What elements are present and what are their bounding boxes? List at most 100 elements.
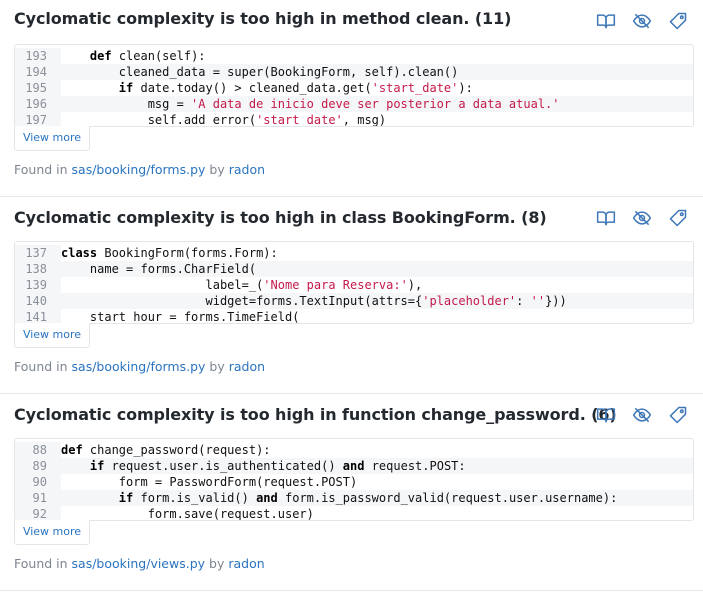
code-line: 89 if request.user.is_authenticated() an… (15, 458, 693, 474)
view-more-button[interactable]: View more (14, 126, 90, 151)
engine-link[interactable]: radon (229, 162, 265, 177)
issue-actions (595, 207, 689, 229)
code-lines: 193 def clean(self): 194 cleaned_data = … (15, 48, 693, 126)
code-text: name = forms.CharField( (61, 261, 693, 277)
line-number: 195 (15, 80, 47, 96)
issue-title[interactable]: Cyclomatic complexity is too high in cla… (14, 208, 547, 227)
found-in-line: Found in sas/booking/forms.py by radon (14, 162, 265, 177)
code-text: def change_password(request): (61, 442, 693, 458)
read-up-button[interactable] (595, 404, 617, 426)
code-text: form = PasswordForm(request.POST) (61, 474, 693, 490)
line-number: 137 (15, 245, 47, 261)
code-text: widget=forms.TextInput(attrs={'placehold… (61, 293, 693, 309)
line-number: 92 (15, 506, 47, 520)
code-text: msg = 'A data de inicio deve ser posteri… (61, 96, 693, 112)
code-line: 197 self.add_error('start_date', msg) (15, 112, 693, 126)
gutter-gap (47, 245, 61, 261)
file-link[interactable]: sas/booking/forms.py (72, 359, 206, 374)
found-in-label: Found in (14, 162, 68, 177)
book-open-icon (596, 14, 616, 29)
found-in-line: Found in sas/booking/views.py by radon (14, 556, 265, 571)
code-line: 92 form.save(request.user) (15, 506, 693, 520)
tag-icon (669, 209, 687, 227)
line-number: 139 (15, 277, 47, 293)
engine-link[interactable]: radon (228, 556, 264, 571)
code-text: class BookingForm(forms.Form): (61, 245, 693, 261)
issue-title[interactable]: Cyclomatic complexity is too high in fun… (14, 405, 617, 424)
code-snippet: 88 def change_password(request): 89 if re… (14, 438, 694, 521)
gutter-gap (47, 96, 61, 112)
code-text: def clean(self): (61, 48, 693, 64)
code-lines: 137 class BookingForm(forms.Form): 138 na… (15, 245, 693, 323)
line-number: 140 (15, 293, 47, 309)
tag-button[interactable] (667, 10, 689, 32)
gutter-gap (47, 506, 61, 520)
line-number: 141 (15, 309, 47, 323)
issue-card: Cyclomatic complexity is too high in met… (0, 0, 703, 197)
tag-icon (669, 12, 687, 30)
gutter-gap (47, 261, 61, 277)
book-open-icon (596, 408, 616, 423)
eye-slash-icon (632, 407, 652, 423)
tag-icon (669, 406, 687, 424)
gutter-gap (47, 293, 61, 309)
code-line: 193 def clean(self): (15, 48, 693, 64)
issue-actions (595, 10, 689, 32)
file-link[interactable]: sas/booking/views.py (72, 556, 206, 571)
code-line: 140 widget=forms.TextInput(attrs={'place… (15, 293, 693, 309)
found-in-line: Found in sas/booking/forms.py by radon (14, 359, 265, 374)
tag-button[interactable] (667, 207, 689, 229)
code-text: form.save(request.user) (61, 506, 693, 520)
read-up-button[interactable] (595, 207, 617, 229)
line-number: 138 (15, 261, 47, 277)
issue-card: Cyclomatic complexity is too high in cla… (0, 197, 703, 394)
by-label: by (209, 359, 225, 374)
line-number: 197 (15, 112, 47, 126)
code-line: 90 form = PasswordForm(request.POST) (15, 474, 693, 490)
issue-title[interactable]: Cyclomatic complexity is too high in met… (14, 9, 511, 28)
code-line: 194 cleaned_data = super(BookingForm, se… (15, 64, 693, 80)
book-open-icon (596, 211, 616, 226)
by-label: by (209, 556, 225, 571)
gutter-gap (47, 490, 61, 506)
ignore-button[interactable] (631, 10, 653, 32)
issue-actions (595, 404, 689, 426)
by-label: by (209, 162, 225, 177)
file-link[interactable]: sas/booking/forms.py (72, 162, 206, 177)
code-text: if request.user.is_authenticated() and r… (61, 458, 693, 474)
code-line: 88 def change_password(request): (15, 442, 693, 458)
code-text: cleaned_data = super(BookingForm, self).… (61, 64, 693, 80)
code-lines: 88 def change_password(request): 89 if re… (15, 442, 693, 520)
line-number: 88 (15, 442, 47, 458)
found-in-label: Found in (14, 556, 68, 571)
code-line: 91 if form.is_valid() and form.is_passwo… (15, 490, 693, 506)
code-snippet: 137 class BookingForm(forms.Form): 138 na… (14, 241, 694, 324)
line-number: 196 (15, 96, 47, 112)
code-snippet: 193 def clean(self): 194 cleaned_data = … (14, 44, 694, 127)
code-line: 141 start_hour = forms.TimeField( (15, 309, 693, 323)
gutter-gap (47, 64, 61, 80)
gutter-gap (47, 309, 61, 323)
gutter-gap (47, 80, 61, 96)
code-line: 196 msg = 'A data de inicio deve ser pos… (15, 96, 693, 112)
tag-button[interactable] (667, 404, 689, 426)
gutter-gap (47, 474, 61, 490)
code-line: 139 label=_('Nome para Reserva:'), (15, 277, 693, 293)
line-number: 194 (15, 64, 47, 80)
code-text: if date.today() > cleaned_data.get('star… (61, 80, 693, 96)
code-line: 195 if date.today() > cleaned_data.get('… (15, 80, 693, 96)
view-more-button[interactable]: View more (14, 323, 90, 348)
read-up-button[interactable] (595, 10, 617, 32)
line-number: 193 (15, 48, 47, 64)
found-in-label: Found in (14, 359, 68, 374)
code-text: start_hour = forms.TimeField( (61, 309, 693, 323)
code-line: 138 name = forms.CharField( (15, 261, 693, 277)
engine-link[interactable]: radon (229, 359, 265, 374)
view-more-button[interactable]: View more (14, 520, 90, 545)
ignore-button[interactable] (631, 207, 653, 229)
gutter-gap (47, 458, 61, 474)
ignore-button[interactable] (631, 404, 653, 426)
gutter-gap (47, 442, 61, 458)
line-number: 90 (15, 474, 47, 490)
gutter-gap (47, 277, 61, 293)
